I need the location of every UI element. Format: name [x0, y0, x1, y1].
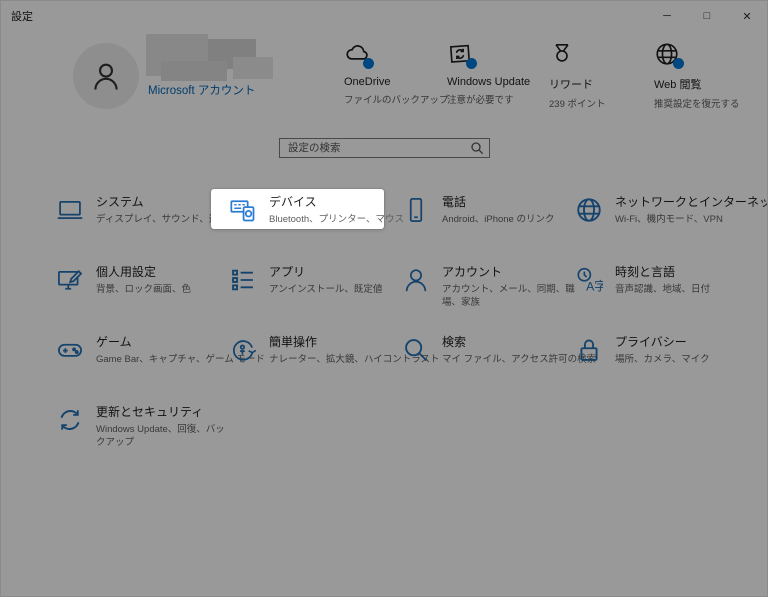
quick-status-title: Windows Update	[447, 76, 551, 88]
quick-status-subtitle: 239 ポイント	[549, 96, 653, 110]
avatar[interactable]	[73, 43, 139, 109]
status-dot	[363, 58, 374, 69]
quick-status-rewards[interactable]: リワード 239 ポイント	[549, 41, 653, 110]
search-icon	[469, 140, 485, 156]
search-input[interactable]	[280, 142, 469, 154]
tile-apps[interactable]: アプリアンインストール、既定値	[211, 259, 384, 299]
update-security-icon	[56, 406, 84, 434]
window-controls: ─ □ ✕	[647, 1, 767, 31]
tile-search[interactable]: 検索マイ ファイル、アクセス許可の検索	[384, 329, 557, 369]
quick-status-subtitle: ファイルのバックアップ	[344, 92, 448, 106]
network-icon	[575, 196, 603, 224]
microsoft-account-link[interactable]: Microsoft アカウント	[148, 82, 255, 98]
tile-devices[interactable]: デバイスBluetooth、プリンター、マウス	[211, 189, 384, 229]
quick-status-onedrive[interactable]: OneDrive ファイルのバックアップ	[344, 41, 448, 106]
tile-personalization[interactable]: 個人用設定背景、ロック画面、色	[38, 259, 211, 299]
quick-status-subtitle: 注意が必要です	[447, 92, 551, 106]
time-language-icon: A字	[575, 266, 603, 294]
rewards-medal-icon	[549, 41, 575, 67]
search-tile-icon	[402, 336, 430, 364]
quick-status-web-browsing[interactable]: Web 閲覧 推奨設定を復元する	[654, 41, 758, 110]
gaming-icon	[56, 336, 84, 364]
close-button[interactable]: ✕	[727, 1, 767, 31]
redacted-account-name	[233, 57, 273, 79]
windows-update-icon	[447, 41, 473, 67]
tile-phone[interactable]: 電話Android、iPhone のリンク	[384, 189, 557, 229]
redacted-account-name	[161, 61, 227, 81]
quick-status-title: Web 閲覧	[654, 76, 758, 92]
tile-update-security[interactable]: 更新とセキュリティWindows Update、回復、バックアップ	[38, 399, 211, 439]
tile-accounts[interactable]: アカウントアカウント、メール、同期、職場、家族	[384, 259, 557, 299]
personalization-icon	[56, 266, 84, 294]
quick-status-subtitle: 推奨設定を復元する	[654, 96, 758, 110]
phone-icon	[402, 196, 430, 224]
tile-network[interactable]: ネットワークとインターネットWi-Fi、機内モード、VPN	[557, 189, 730, 229]
quick-status-title: リワード	[549, 76, 653, 92]
person-icon	[89, 59, 123, 93]
tile-system[interactable]: システムディスプレイ、サウンド、通知、電源	[38, 189, 211, 229]
system-icon	[56, 196, 84, 224]
maximize-button[interactable]: □	[687, 1, 727, 31]
settings-tile-grid: システムディスプレイ、サウンド、通知、電源 デバイスBluetooth、プリンタ…	[38, 189, 738, 469]
status-dot	[466, 58, 477, 69]
settings-window: 設定 ─ □ ✕ Microsoft アカウント OneDrive ファイルのバ…	[0, 0, 768, 597]
apps-icon	[229, 266, 257, 294]
title-bar: 設定 ─ □ ✕	[1, 1, 767, 31]
web-browsing-icon	[654, 41, 680, 67]
quick-status-windows-update[interactable]: Windows Update 注意が必要です	[447, 41, 551, 106]
tile-gaming[interactable]: ゲームGame Bar、キャプチャ、ゲーム モード	[38, 329, 211, 369]
tile-time-language[interactable]: A字 時刻と言語音声認識、地域、日付	[557, 259, 730, 299]
window-title: 設定	[1, 8, 33, 24]
minimize-button[interactable]: ─	[647, 1, 687, 31]
tile-ease-of-access[interactable]: 簡単操作ナレーター、拡大鏡、ハイコントラスト	[211, 329, 384, 369]
onedrive-cloud-icon	[344, 41, 370, 67]
privacy-icon	[575, 336, 603, 364]
devices-icon	[229, 196, 257, 224]
ease-of-access-icon	[229, 336, 257, 364]
svg-text:A字: A字	[586, 279, 603, 294]
quick-status-title: OneDrive	[344, 76, 448, 88]
status-dot	[673, 58, 684, 69]
accounts-icon	[402, 266, 430, 294]
settings-search-box[interactable]	[279, 138, 490, 158]
tile-privacy[interactable]: プライバシー場所、カメラ、マイク	[557, 329, 730, 369]
